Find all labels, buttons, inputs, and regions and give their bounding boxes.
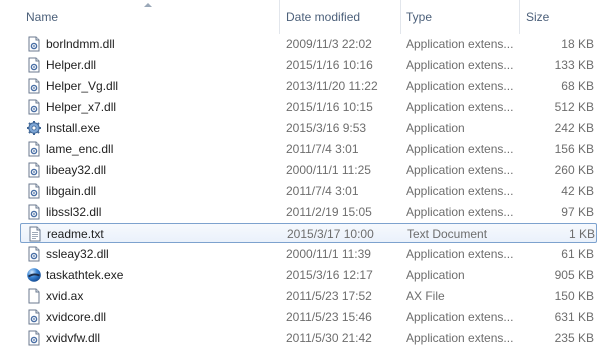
file-size: 260 KB	[554, 163, 594, 177]
file-size: 133 KB	[554, 58, 594, 72]
file-name: lame_enc.dll	[46, 142, 114, 156]
file-size: 242 KB	[554, 121, 594, 135]
dll-icon	[26, 183, 42, 199]
blue-orb-exe-icon	[26, 267, 42, 283]
dll-icon	[26, 99, 42, 115]
file-size: 68 KB	[561, 79, 594, 93]
column-header-date-modified[interactable]: Date modified	[286, 0, 360, 34]
text-file-icon	[27, 226, 43, 242]
file-date-modified: 2013/11/20 11:22	[286, 79, 378, 93]
dll-icon	[26, 330, 42, 346]
file-date-modified: 2015/1/16 10:15	[286, 100, 373, 114]
column-header-size[interactable]: Size	[526, 0, 549, 34]
dll-icon	[26, 36, 42, 52]
file-row[interactable]: taskathtek.exe 2015/3/16 12:17 Application…	[20, 265, 597, 285]
file-type: Application extens...	[406, 37, 514, 51]
file-size: 18 KB	[561, 37, 594, 51]
file-date-modified: 2015/3/16 9:53	[286, 121, 367, 135]
dll-icon	[26, 141, 42, 157]
file-row[interactable]: Helper_x7.dll 2015/1/16 10:15 Application …	[20, 97, 597, 117]
file-type: Application extens...	[406, 205, 514, 219]
column-header-type[interactable]: Type	[406, 0, 432, 34]
file-date-modified: 2011/5/23 17:52	[286, 289, 372, 303]
file-size: 156 KB	[554, 142, 594, 156]
file-size: 905 KB	[554, 268, 594, 282]
file-row[interactable]: borlndmm.dll 2009/11/3 22:02 Application e…	[20, 34, 597, 54]
file-name: libeay32.dll	[46, 163, 107, 177]
file-row[interactable]: readme.txt 2015/3/17 10:00 Text Document 1 …	[20, 223, 597, 243]
file-row[interactable]: xvid.ax 2011/5/23 17:52 AX File 150 KB	[20, 286, 597, 306]
dll-icon	[26, 246, 42, 262]
file-name: ssleay32.dll	[46, 247, 109, 261]
column-divider[interactable]	[519, 0, 520, 34]
file-type: Application extens...	[406, 163, 514, 177]
file-name: xvidvfw.dll	[46, 331, 101, 345]
file-date-modified: 2011/5/30 21:42	[286, 331, 372, 345]
file-row[interactable]: libgain.dll 2011/7/4 3:01 Application exte…	[20, 181, 597, 201]
file-size: 42 KB	[561, 184, 594, 198]
file-size: 1 KB	[568, 227, 595, 241]
file-row[interactable]: Helper_Vg.dll 2013/11/20 11:22 Application…	[20, 76, 597, 96]
file-date-modified: 2011/2/19 15:05	[286, 205, 372, 219]
file-size: 150 KB	[554, 289, 594, 303]
file-type: AX File	[406, 289, 445, 303]
file-row[interactable]: ssleay32.dll 2000/11/1 11:39 Application e…	[20, 244, 597, 264]
file-size: 235 KB	[554, 331, 594, 345]
file-type: Application extens...	[406, 310, 514, 324]
file-name: libgain.dll	[46, 184, 97, 198]
file-row[interactable]: xvidcore.dll 2011/5/23 15:46 Application e…	[20, 307, 597, 327]
file-row[interactable]: Install.exe 2015/3/16 9:53 Application 242 …	[20, 118, 597, 138]
dll-icon	[26, 309, 42, 325]
file-row[interactable]: libssl32.dll 2011/2/19 15:05 Application e…	[20, 202, 597, 222]
file-type: Application extens...	[406, 331, 514, 345]
file-name: taskathtek.exe	[46, 268, 124, 282]
file-name: readme.txt	[47, 227, 104, 241]
file-row[interactable]: libeay32.dll 2000/11/1 11:25 Application e…	[20, 160, 597, 180]
file-name: Helper_x7.dll	[46, 100, 117, 114]
dll-icon	[26, 204, 42, 220]
file-type: Application extens...	[406, 184, 514, 198]
file-row[interactable]: Helper.dll 2015/1/16 10:16 Application ext…	[20, 55, 597, 75]
file-size: 97 KB	[561, 205, 594, 219]
file-date-modified: 2015/3/16 12:17	[286, 268, 373, 282]
file-date-modified: 2000/11/1 11:25	[286, 163, 371, 177]
column-divider[interactable]	[279, 0, 280, 34]
gear-exe-icon	[26, 120, 42, 136]
file-type: Application extens...	[406, 58, 514, 72]
file-type: Application extens...	[406, 100, 514, 114]
file-size: 631 KB	[554, 310, 594, 324]
file-type: Application extens...	[406, 79, 514, 93]
file-name: borlndmm.dll	[46, 37, 115, 51]
file-type: Application extens...	[406, 142, 514, 156]
file-date-modified: 2015/3/17 10:00	[287, 227, 374, 241]
file-name: Install.exe	[46, 121, 101, 135]
dll-icon	[26, 78, 42, 94]
column-divider[interactable]	[400, 0, 401, 34]
file-type: Application	[406, 268, 465, 282]
column-header-bar: Name Date modified Type Size	[0, 0, 602, 34]
file-type: Application	[406, 121, 465, 135]
file-type: Text Document	[407, 227, 488, 241]
sort-ascending-icon	[144, 3, 152, 7]
file-name: Helper_Vg.dll	[46, 79, 119, 93]
file-date-modified: 2015/1/16 10:16	[286, 58, 373, 72]
blank-file-icon	[26, 288, 42, 304]
dll-icon	[26, 57, 42, 73]
file-size: 61 KB	[561, 247, 594, 261]
file-name: Helper.dll	[46, 58, 97, 72]
file-type: Application extens...	[406, 247, 514, 261]
file-date-modified: 2011/5/23 15:46	[286, 310, 372, 324]
file-name: libssl32.dll	[46, 205, 102, 219]
file-date-modified: 2011/7/4 3:01	[286, 142, 359, 156]
file-date-modified: 2011/7/4 3:01	[286, 184, 359, 198]
file-size: 512 KB	[554, 100, 594, 114]
file-row[interactable]: xvidvfw.dll 2011/5/30 21:42 Application ex…	[20, 328, 597, 348]
column-header-name[interactable]: Name	[26, 0, 58, 34]
file-date-modified: 2009/11/3 22:02	[286, 37, 372, 51]
file-name: xvid.ax	[46, 289, 84, 303]
file-date-modified: 2000/11/1 11:39	[286, 247, 371, 261]
dll-icon	[26, 162, 42, 178]
file-name: xvidcore.dll	[46, 310, 107, 324]
file-row[interactable]: lame_enc.dll 2011/7/4 3:01 Application ext…	[20, 139, 597, 159]
